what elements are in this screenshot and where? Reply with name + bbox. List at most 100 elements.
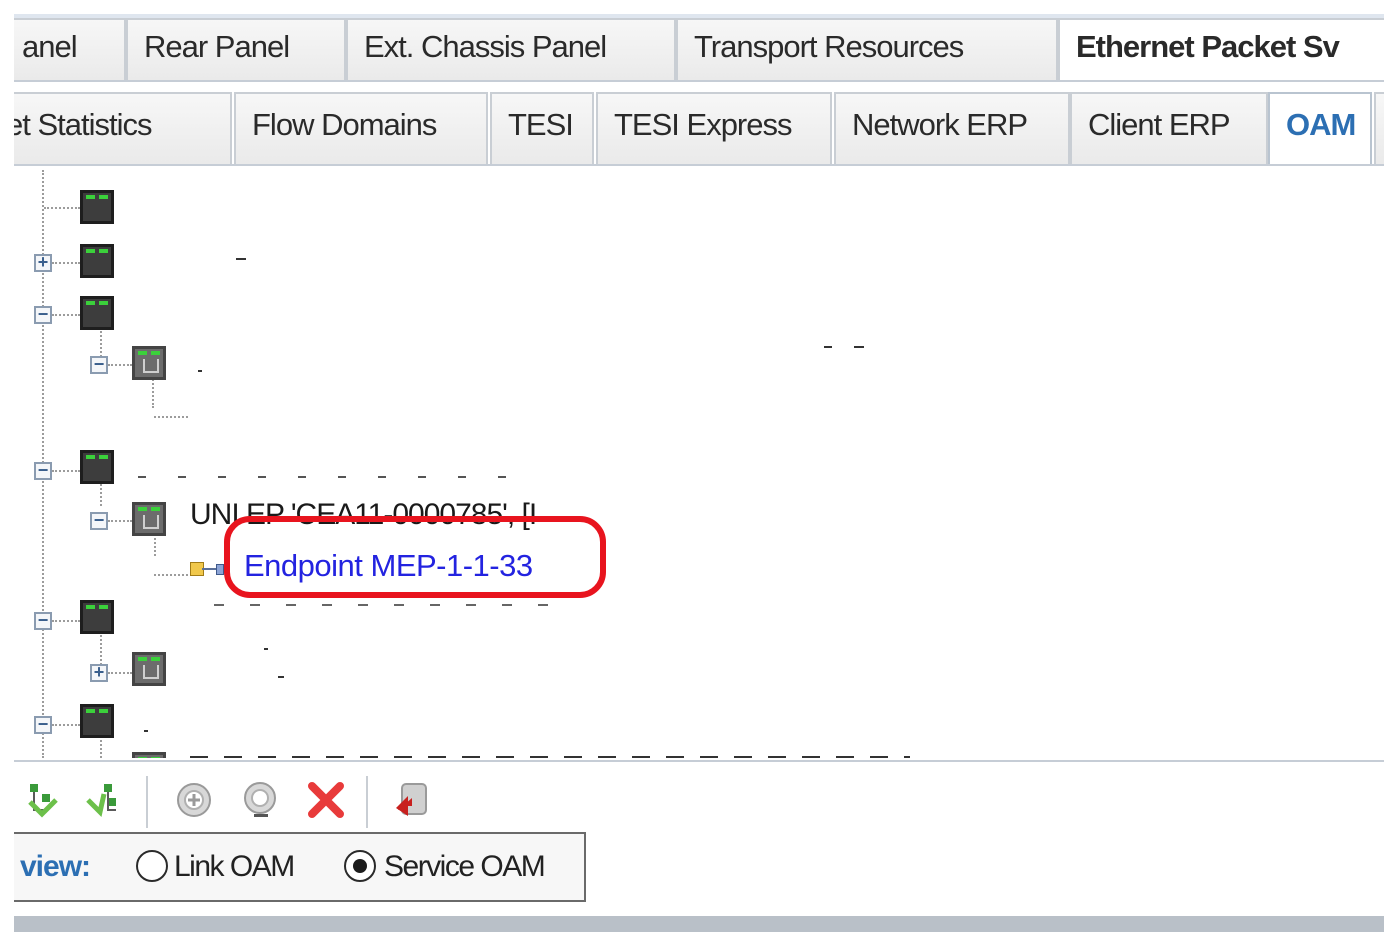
tab-label: Flow Domains: [252, 107, 437, 142]
add-icon: [177, 783, 211, 817]
tree-connector: [52, 470, 80, 472]
ne-node-icon[interactable]: [80, 296, 114, 330]
tab-packet-statistics[interactable]: et Statistics: [14, 92, 232, 164]
tree-guide-line: [100, 736, 102, 758]
tree-connector: [44, 207, 80, 209]
link-oam-label[interactable]: Link OAM: [174, 850, 295, 884]
tab-label: Transport Resources: [694, 29, 964, 64]
tab-network-erp[interactable]: Network ERP: [834, 92, 1070, 164]
tab-front-panel[interactable]: anel: [14, 18, 126, 80]
ne-node-icon[interactable]: [80, 704, 114, 738]
tab-label: OAM: [1286, 107, 1356, 142]
collapse-toggle[interactable]: −: [34, 714, 52, 734]
link-oam-radio[interactable]: [136, 850, 168, 882]
collapse-toggle[interactable]: −: [34, 304, 52, 324]
expander-glyph: −: [93, 354, 105, 374]
tab-tesi-express[interactable]: TESI Express: [596, 92, 832, 164]
uni-ep-icon[interactable]: [132, 502, 166, 536]
uni-ep-icon[interactable]: [132, 346, 166, 380]
oam-window: anel Rear Panel Ext. Chassis Panel Trans…: [14, 14, 1384, 932]
mep-icon-tip: [216, 564, 224, 575]
expander-glyph: −: [93, 510, 105, 530]
window-bottom-border: [14, 916, 1384, 932]
redacted-text: [278, 676, 284, 678]
expander-glyph: −: [37, 460, 49, 480]
red-highlight-circle: [224, 516, 606, 598]
tab-client-erp[interactable]: Client ERP: [1070, 92, 1268, 164]
ne-node-icon[interactable]: [80, 600, 114, 634]
ne-node-icon[interactable]: [80, 450, 114, 484]
collapse-toggle[interactable]: −: [90, 354, 108, 374]
tab-transport-resources[interactable]: Transport Resources: [676, 18, 1058, 80]
tree-connector: [52, 724, 80, 726]
edit-icon: [244, 782, 276, 817]
expand-toggle[interactable]: +: [34, 252, 52, 272]
tab-oam[interactable]: OAM: [1268, 92, 1372, 164]
tree-connector: [52, 314, 80, 316]
port-glyph: [143, 515, 159, 529]
tab-label: TESI Express: [614, 107, 792, 142]
collapse-toggle[interactable]: −: [90, 510, 108, 530]
port-glyph: [143, 359, 159, 373]
uni-ep-icon[interactable]: [132, 752, 166, 758]
toolbar-separator: [146, 776, 148, 828]
delete-button[interactable]: [304, 778, 348, 822]
expander-glyph: −: [37, 714, 49, 734]
expand-toggle[interactable]: +: [90, 662, 108, 682]
redacted-text: [214, 604, 574, 606]
delete-icon: [308, 782, 344, 818]
redacted-text: [190, 756, 910, 758]
edit-button[interactable]: [238, 778, 282, 822]
redacted-text: [854, 346, 864, 348]
add-mep-button[interactable]: [82, 778, 126, 822]
service-oam-label[interactable]: Service OAM: [384, 850, 546, 884]
oam-tree: + − − − − UNI EP 'CEA11-0000785', [I End…: [14, 170, 1384, 758]
oam-toolbar: [14, 760, 1384, 836]
redacted-text: [824, 346, 832, 348]
add-button[interactable]: [172, 778, 216, 822]
service-oam-radio[interactable]: [344, 850, 376, 882]
tree-connector: [108, 364, 132, 366]
toolbar-separator: [366, 776, 368, 828]
uni-ep-icon[interactable]: [132, 652, 166, 686]
tab-label: et Statistics: [14, 107, 152, 142]
ne-node-icon[interactable]: [80, 244, 114, 278]
tree-connector: [52, 620, 80, 622]
tab-label: anel: [22, 29, 78, 64]
tab-label: Rear Panel: [144, 29, 290, 64]
view-label: view:: [20, 850, 91, 883]
port-glyph: [143, 665, 159, 679]
export-button[interactable]: [390, 778, 434, 822]
collapse-toggle[interactable]: −: [34, 611, 52, 630]
tab-label: TESI: [508, 107, 574, 142]
tab-rear-panel[interactable]: Rear Panel: [126, 18, 346, 80]
redacted-text: [144, 730, 148, 732]
tab-overflow[interactable]: [1374, 92, 1384, 164]
oam-view-selector: view: Link OAM Service OAM: [14, 832, 586, 902]
expander-glyph: −: [37, 304, 49, 324]
sub-tab-row: et Statistics Flow Domains TESI TESI Exp…: [14, 86, 1384, 166]
tree-connector: [108, 672, 132, 674]
tab-label: Network ERP: [852, 107, 1028, 142]
tree-connector: [52, 262, 80, 264]
tab-label: Client ERP: [1088, 107, 1231, 142]
tree-connector: [154, 416, 188, 418]
expander-glyph: +: [93, 662, 105, 682]
tab-label: Ethernet Packet Sv: [1076, 29, 1340, 64]
redacted-text: [198, 370, 202, 372]
add-ma-button[interactable]: [20, 778, 64, 822]
add-ma-icon: [28, 784, 58, 818]
ne-node-icon[interactable]: [80, 190, 114, 224]
redacted-text: [236, 258, 246, 260]
tab-tesi[interactable]: TESI: [490, 92, 594, 164]
top-tab-row: anel Rear Panel Ext. Chassis Panel Trans…: [14, 18, 1384, 82]
tab-ethernet-packet-switching[interactable]: Ethernet Packet Sv: [1058, 18, 1384, 80]
add-mep-icon: [86, 784, 116, 817]
collapse-toggle[interactable]: −: [34, 460, 52, 480]
expander-glyph: +: [37, 252, 49, 272]
redacted-text: [138, 476, 528, 478]
redacted-text: [264, 648, 268, 650]
tab-ext-chassis-panel[interactable]: Ext. Chassis Panel: [346, 18, 676, 80]
tree-connector: [154, 574, 188, 576]
tab-flow-domains[interactable]: Flow Domains: [234, 92, 488, 164]
